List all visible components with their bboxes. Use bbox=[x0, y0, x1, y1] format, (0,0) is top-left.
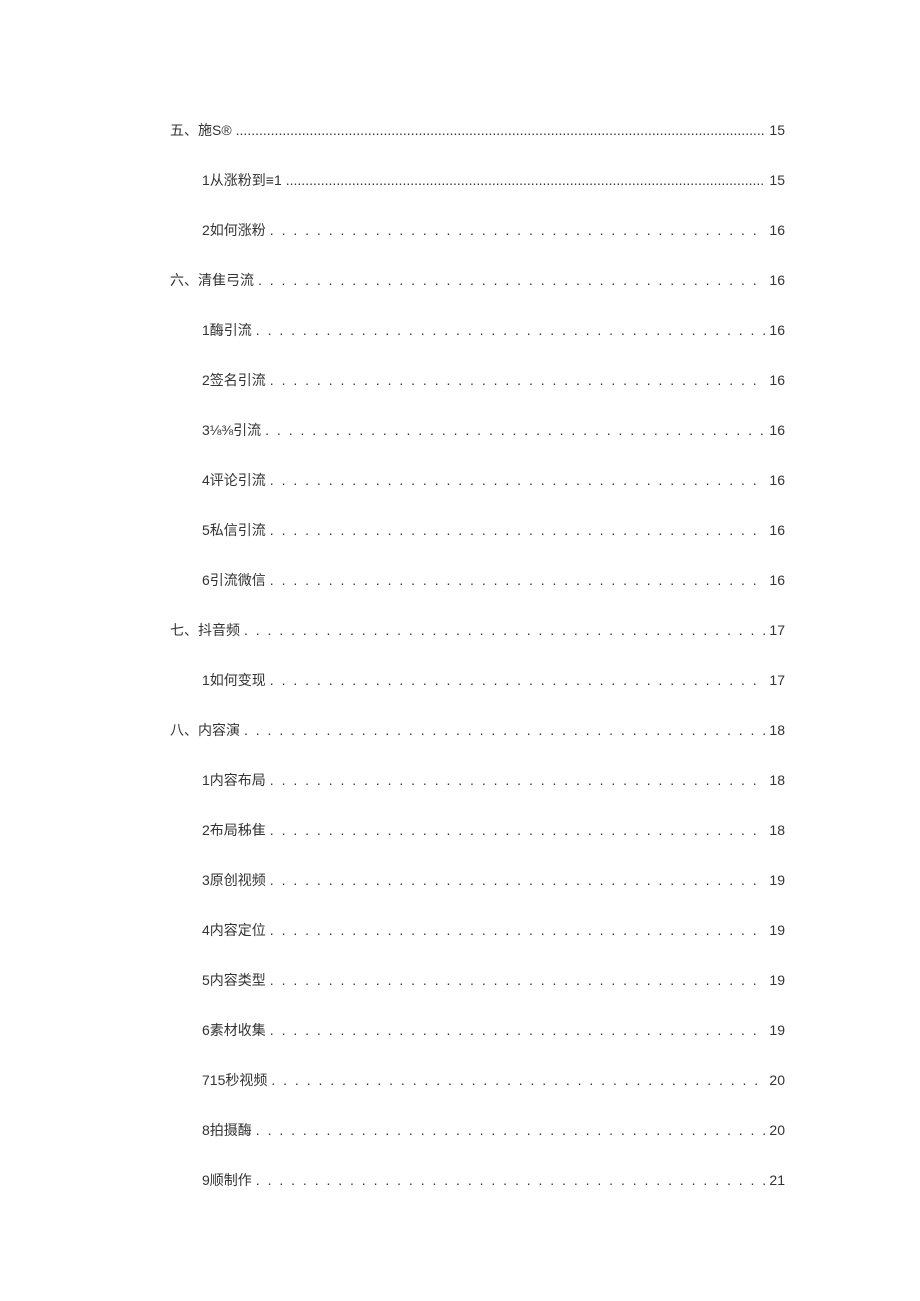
toc-leader bbox=[270, 522, 766, 538]
toc-page-number: 19 bbox=[769, 1022, 785, 1038]
toc-label: 9顺制作 bbox=[202, 1170, 252, 1190]
toc-leader bbox=[236, 122, 766, 138]
toc-entry: 五、施S® 15 bbox=[170, 120, 785, 140]
toc-entry: 8拍摄酶 20 bbox=[170, 1120, 785, 1140]
toc-label: 2签名引流 bbox=[202, 370, 266, 390]
toc-leader bbox=[270, 922, 766, 938]
toc-entry: 2签名引流 16 bbox=[170, 370, 785, 390]
toc-label: 715秒视频 bbox=[202, 1070, 267, 1090]
toc-leader bbox=[265, 422, 765, 438]
toc-entry: 2布局秭隹 18 bbox=[170, 820, 785, 840]
toc-page-number: 18 bbox=[769, 822, 785, 838]
toc-page-number: 19 bbox=[769, 972, 785, 988]
toc-page-number: 16 bbox=[769, 472, 785, 488]
toc-entry: 七、抖音频 17 bbox=[170, 620, 785, 640]
toc-page-number: 16 bbox=[769, 372, 785, 388]
toc-label: 1酶引流 bbox=[202, 320, 252, 340]
toc-page-number: 15 bbox=[769, 172, 785, 188]
toc-page-number: 17 bbox=[769, 672, 785, 688]
toc-leader bbox=[270, 972, 766, 988]
toc-label: 1如何变现 bbox=[202, 670, 266, 690]
toc-page-number: 20 bbox=[769, 1072, 785, 1088]
toc-entry: 5内容类型 19 bbox=[170, 970, 785, 990]
toc-entry: 1如何变现 17 bbox=[170, 670, 785, 690]
toc-page-number: 18 bbox=[769, 722, 785, 738]
toc-page-number: 19 bbox=[769, 922, 785, 938]
toc-label: 3⅛⅜引流 bbox=[202, 420, 261, 440]
toc-label: 3原创视频 bbox=[202, 870, 266, 890]
toc-leader bbox=[256, 1172, 766, 1188]
toc-entry: 715秒视频 20 bbox=[170, 1070, 785, 1090]
toc-label: 4内容定位 bbox=[202, 920, 266, 940]
toc-page-number: 15 bbox=[769, 122, 785, 138]
toc-leader bbox=[244, 722, 765, 738]
toc-page-number: 19 bbox=[769, 872, 785, 888]
toc-label: 1从涨粉到≡1 bbox=[202, 170, 282, 190]
toc-entry: 3原创视频 19 bbox=[170, 870, 785, 890]
toc-entry: 4内容定位 19 bbox=[170, 920, 785, 940]
toc-entry: 3⅛⅜引流 16 bbox=[170, 420, 785, 440]
toc-label: 六、清隹弓流 bbox=[170, 270, 254, 290]
toc-leader bbox=[270, 472, 766, 488]
toc-label: 6引流微信 bbox=[202, 570, 266, 590]
toc-leader bbox=[258, 272, 765, 288]
toc-leader bbox=[270, 372, 766, 388]
toc-leader bbox=[271, 1072, 765, 1088]
table-of-contents: 五、施S®151从涨粉到≡1152如何涨粉16六、清隹弓流161酶引流162签名… bbox=[170, 120, 785, 1190]
toc-entry: 6引流微信 16 bbox=[170, 570, 785, 590]
toc-page-number: 17 bbox=[769, 622, 785, 638]
toc-page-number: 16 bbox=[769, 272, 785, 288]
toc-page-number: 16 bbox=[769, 572, 785, 588]
toc-entry: 1从涨粉到≡1 15 bbox=[170, 170, 785, 190]
toc-leader bbox=[270, 672, 766, 688]
toc-entry: 1内容布局 18 bbox=[170, 770, 785, 790]
toc-label: 6素材收集 bbox=[202, 1020, 266, 1040]
toc-entry: 2如何涨粉 16 bbox=[170, 220, 785, 240]
toc-leader bbox=[286, 172, 766, 188]
toc-label: 1内容布局 bbox=[202, 770, 266, 790]
toc-entry: 9顺制作 21 bbox=[170, 1170, 785, 1190]
toc-entry: 1酶引流 16 bbox=[170, 320, 785, 340]
toc-label: 4评论引流 bbox=[202, 470, 266, 490]
toc-label: 2布局秭隹 bbox=[202, 820, 266, 840]
toc-page-number: 16 bbox=[769, 522, 785, 538]
toc-leader bbox=[244, 622, 765, 638]
toc-label: 七、抖音频 bbox=[170, 620, 240, 640]
toc-leader bbox=[270, 1022, 766, 1038]
toc-entry: 6素材收集 19 bbox=[170, 1020, 785, 1040]
toc-label: 5私信引流 bbox=[202, 520, 266, 540]
toc-entry: 5私信引流 16 bbox=[170, 520, 785, 540]
toc-entry: 4评论引流 16 bbox=[170, 470, 785, 490]
toc-label: 8拍摄酶 bbox=[202, 1120, 252, 1140]
toc-leader bbox=[270, 572, 766, 588]
toc-page-number: 16 bbox=[769, 322, 785, 338]
toc-page-number: 21 bbox=[769, 1172, 785, 1188]
toc-leader bbox=[256, 1122, 766, 1138]
toc-label: 2如何涨粉 bbox=[202, 220, 266, 240]
toc-leader bbox=[270, 822, 766, 838]
toc-page-number: 18 bbox=[769, 772, 785, 788]
toc-leader bbox=[270, 872, 766, 888]
toc-label: 五、施S® bbox=[170, 120, 232, 140]
toc-page-number: 16 bbox=[769, 222, 785, 238]
toc-leader bbox=[270, 222, 766, 238]
toc-label: 八、内容演 bbox=[170, 720, 240, 740]
toc-leader bbox=[270, 772, 766, 788]
toc-page-number: 16 bbox=[769, 422, 785, 438]
toc-leader bbox=[256, 322, 766, 338]
toc-label: 5内容类型 bbox=[202, 970, 266, 990]
toc-entry: 八、内容演 18 bbox=[170, 720, 785, 740]
toc-page-number: 20 bbox=[769, 1122, 785, 1138]
toc-entry: 六、清隹弓流 16 bbox=[170, 270, 785, 290]
